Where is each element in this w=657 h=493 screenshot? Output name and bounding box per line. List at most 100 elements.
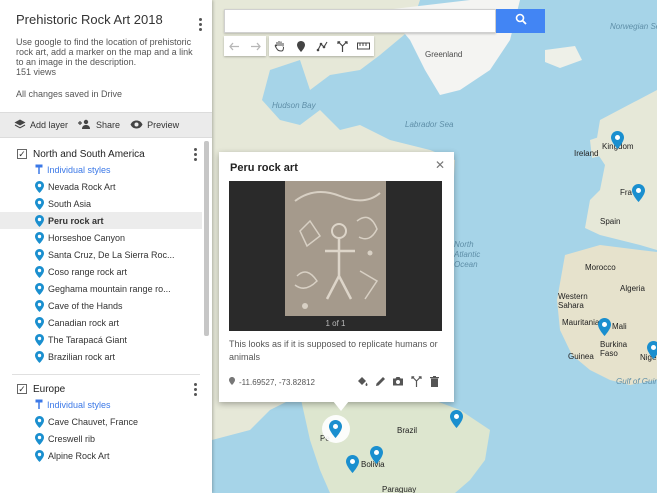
place-pin-icon (35, 265, 44, 278)
layer-place-item[interactable]: Brazilian rock art (0, 348, 212, 365)
individual-styles-link[interactable]: Individual styles (0, 162, 212, 178)
undo-button[interactable] (224, 36, 245, 56)
directions-icon (337, 40, 348, 52)
map-label-norwegian-sea: Norwegian Sea (610, 22, 657, 31)
layer-place-item[interactable]: Alpine Rock Art (0, 447, 212, 464)
share-label: Share (96, 120, 121, 130)
undo-icon (229, 42, 239, 50)
layer-place-item[interactable]: Nevada Rock Art (0, 178, 212, 195)
eye-icon (130, 120, 143, 131)
layer-place-item[interactable]: Coso range rock art (0, 263, 212, 280)
place-pin-icon (35, 197, 44, 210)
map-label-mali: Mali (612, 322, 627, 331)
map-label-burkina-faso: Burkina Faso (600, 340, 628, 358)
place-pin-icon (35, 180, 44, 193)
map-pin[interactable] (647, 341, 657, 359)
info-card-description: This looks as if it is supposed to repli… (229, 339, 438, 362)
map-label-ireland: Ireland (574, 149, 599, 158)
layer-place-item[interactable]: The Tarapacá Giant (0, 331, 212, 348)
search-icon (515, 12, 527, 30)
map-label-hudson-bay: Hudson Bay (272, 101, 316, 110)
layer-place-item[interactable]: Horseshoe Canyon (0, 229, 212, 246)
individual-styles-label: Individual styles (47, 165, 111, 175)
map-pin[interactable] (598, 318, 611, 336)
place-item-label: Santa Cruz, De La Sierra Roc... (48, 249, 175, 260)
map-label-greenland: Greenland (425, 50, 463, 59)
map-label-north-atlantic: North Atlantic Ocean (454, 240, 481, 269)
layer-visibility-checkbox[interactable]: ✓ (17, 149, 27, 159)
preview-button[interactable]: Preview (130, 120, 179, 131)
add-layer-label: Add layer (30, 120, 69, 130)
place-item-label: Creswell rib (48, 433, 96, 444)
map-description[interactable]: Use google to find the location of prehi… (16, 37, 196, 67)
selected-map-pin[interactable] (329, 420, 342, 438)
layer-place-item[interactable]: Cave Chauvet, France (0, 413, 212, 430)
map-label-mauritania: Mauritania (562, 318, 600, 327)
layer-place-item[interactable]: South Asia (0, 195, 212, 212)
search-input[interactable] (224, 9, 496, 33)
individual-styles-link[interactable]: Individual styles (0, 397, 212, 413)
map-title[interactable]: Prehistoric Rock Art 2018 (16, 12, 196, 27)
place-item-label: Horseshoe Canyon (48, 232, 126, 243)
place-item-label: Nevada Rock Art (48, 181, 116, 192)
draw-line-button[interactable] (311, 36, 332, 56)
layer-name[interactable]: North and South America (33, 149, 145, 160)
map-sidebar: Prehistoric Rock Art 2018 Use google to … (0, 0, 212, 493)
hand-icon (274, 41, 284, 52)
pan-hand-button[interactable] (269, 36, 290, 56)
layer-place-item[interactable]: Canadian rock art (0, 314, 212, 331)
layer-place-item[interactable]: Geghama mountain range ro... (0, 280, 212, 297)
place-pin-icon (35, 214, 44, 227)
place-pin-icon (35, 231, 44, 244)
share-button[interactable]: Share (78, 119, 120, 131)
person-add-icon (78, 119, 92, 131)
style-bucket-icon[interactable] (356, 375, 368, 387)
directions-button[interactable] (332, 36, 353, 56)
delete-trash-icon[interactable] (428, 375, 440, 387)
layer-options-kebab-icon[interactable] (192, 383, 198, 398)
layer-options-kebab-icon[interactable] (192, 148, 198, 163)
layer-north-south-america: ✓ North and South America Individual sty… (0, 138, 212, 365)
add-layer-button[interactable]: Add layer (14, 119, 68, 131)
map-label-labrador-sea: Labrador Sea (405, 120, 454, 129)
place-pin-icon (35, 282, 44, 295)
map-pin[interactable] (370, 446, 383, 464)
place-pin-icon (35, 449, 44, 462)
place-item-label: Coso range rock art (48, 266, 128, 277)
layer-name[interactable]: Europe (33, 384, 65, 395)
map-pin[interactable] (611, 131, 624, 149)
map-options-kebab-icon[interactable] (196, 18, 204, 32)
layer-header: ✓ North and South America (0, 146, 212, 162)
map-label-algeria: Algeria (620, 284, 645, 293)
redo-icon (251, 42, 261, 50)
map-pin[interactable] (346, 455, 359, 473)
layer-place-item[interactable]: Santa Cruz, De La Sierra Roc... (0, 246, 212, 263)
info-card-title: Peru rock art (230, 162, 298, 174)
place-item-label: Brazilian rock art (48, 351, 116, 362)
place-pin-icon (35, 415, 44, 428)
directions-icon[interactable] (410, 375, 422, 387)
redo-button[interactable] (245, 36, 266, 56)
place-pin-icon (35, 432, 44, 445)
panel-scrollbar[interactable] (204, 141, 209, 336)
camera-icon[interactable] (392, 375, 404, 387)
place-item-label: Geghama mountain range ro... (48, 283, 171, 294)
info-image-frame[interactable]: 1 of 1 (229, 181, 442, 331)
search-button[interactable] (496, 9, 545, 33)
measure-button[interactable] (353, 36, 374, 56)
layer-place-item[interactable]: Cave of the Hands (0, 297, 212, 314)
map-pin[interactable] (632, 184, 645, 202)
map-label-morocco: Morocco (585, 263, 616, 272)
place-pin-icon (35, 299, 44, 312)
add-marker-button[interactable] (290, 36, 311, 56)
edit-pencil-icon[interactable] (374, 375, 386, 387)
panel-actions: Add layer Share Preview (0, 112, 212, 138)
layer-place-item[interactable]: Creswell rib (0, 430, 212, 447)
layers-icon (14, 119, 26, 131)
close-icon[interactable]: ✕ (435, 158, 445, 172)
place-item-label: Alpine Rock Art (48, 450, 110, 461)
map-pin[interactable] (450, 410, 463, 428)
layer-visibility-checkbox[interactable]: ✓ (17, 384, 27, 394)
coordinates-text: -11.69527, -73.82812 (239, 377, 315, 387)
layer-place-item[interactable]: Peru rock art (0, 212, 202, 229)
